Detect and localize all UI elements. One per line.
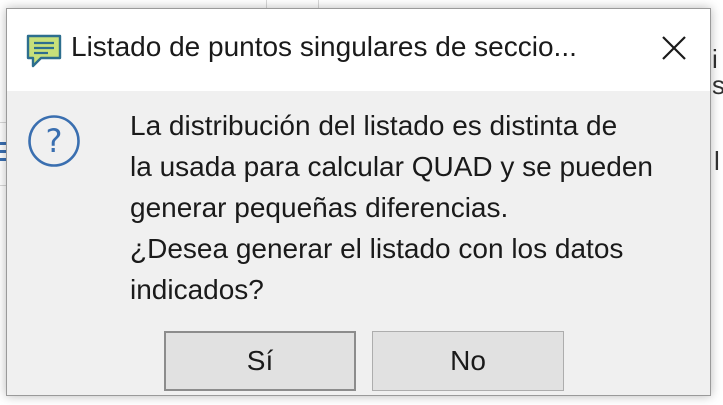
message-line: indicados? [130, 274, 264, 305]
message-icon [25, 33, 63, 69]
question-icon: ? [27, 114, 81, 168]
close-button[interactable] [649, 25, 699, 75]
background-divider [266, 0, 267, 8]
background-text-fragment: l [714, 146, 720, 176]
confirmation-dialog: Listado de puntos singulares de seccio..… [6, 8, 711, 396]
message-line: La distribución del listado es distinta … [130, 110, 618, 141]
dialog-titlebar: Listado de puntos singulares de seccio..… [7, 9, 710, 91]
background-divider [318, 0, 319, 8]
message-line: generar pequeñas diferencias. [130, 192, 509, 223]
dialog-title: Listado de puntos singulares de seccio..… [71, 31, 577, 62]
yes-button[interactable]: Sí [164, 331, 356, 391]
message-line: ¿Desea generar el listado con los datos [130, 233, 624, 264]
close-icon [661, 35, 687, 66]
dialog-message: La distribución del listado es distinta … [130, 105, 705, 310]
svg-text:?: ? [46, 122, 63, 160]
background-text-fragment: s [712, 70, 723, 100]
message-line: la usada para calcular QUAD y se pueden [130, 151, 653, 182]
no-button[interactable]: No [372, 331, 564, 391]
